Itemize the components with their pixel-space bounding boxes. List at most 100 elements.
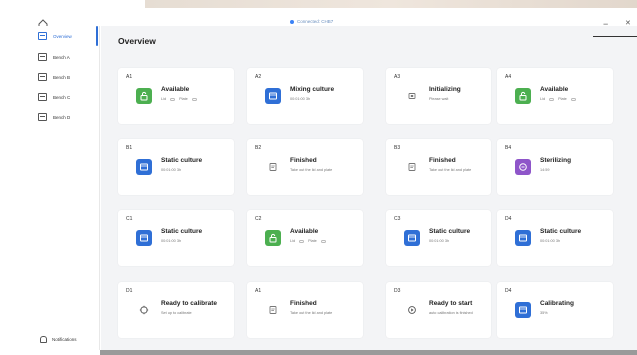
card-detail: 00:01:00 3h (540, 239, 560, 243)
card-status: Mixing culture (290, 86, 335, 93)
bench-card[interactable]: B1 Static culture 00:01:00 3h (118, 139, 234, 195)
card-slot-id: D3 (394, 288, 401, 294)
document-icon (265, 302, 281, 318)
sidebar-item-bench-a[interactable]: Bench A (38, 51, 70, 63)
overview-icon (38, 32, 47, 40)
sidebar-item-bench-c[interactable]: Bench C (38, 91, 70, 103)
header-divider (593, 36, 637, 37)
sterilize-icon (515, 159, 531, 175)
card-detail: 00:01:00 3h (161, 239, 181, 243)
lid-toggle[interactable] (170, 97, 176, 101)
bench-card[interactable]: C1 Static culture 00:01:00 3h (118, 210, 234, 266)
card-detail: 00:01:00 3h (161, 168, 181, 172)
sidebar-item-label: Bench A (53, 54, 70, 60)
bench-card[interactable]: B3 Finished Take out the lid and plate (386, 139, 491, 195)
card-slot-id: C2 (255, 216, 262, 222)
bench-card[interactable]: A1 Available Lid Plate (118, 68, 234, 124)
unlock-icon (515, 88, 531, 104)
card-slot-id: C3 (394, 216, 401, 222)
bench-card[interactable]: C3 Static culture 00:01:00 3h (386, 210, 491, 266)
card-detail: Set up to calibrate (161, 311, 192, 315)
card-slot-id: D1 (126, 288, 133, 294)
connection-dot-icon (290, 19, 294, 24)
card-detail-text: Take out the lid and plate (290, 311, 333, 315)
bench-card[interactable]: D1 Ready to calibrate Set up to calibrate (118, 282, 234, 338)
card-status: Static culture (161, 228, 203, 235)
card-detail: Lid Plate (290, 239, 326, 243)
connection-status: Connected: CHB7 (290, 19, 333, 24)
card-detail: Lid Plate (540, 97, 576, 101)
lid-toggle[interactable] (299, 239, 305, 243)
card-detail-text: 35% (540, 311, 548, 315)
active-indicator (96, 26, 98, 46)
document-icon (404, 159, 420, 175)
sidebar-item-label: Bench C (53, 94, 71, 100)
bench-card[interactable]: D4 Static culture 00:01:00 3h (497, 210, 613, 266)
bench-card[interactable]: B4 Sterilizing 14:59 (497, 139, 613, 195)
app-window-icon (265, 88, 281, 104)
card-status: Ready to calibrate (161, 300, 217, 307)
app-window-icon (404, 230, 420, 246)
app-window-icon (515, 302, 531, 318)
card-slot-id: A1 (255, 288, 262, 294)
card-status: Available (540, 86, 569, 93)
bench-icon (38, 73, 47, 81)
card-slot-id: A4 (505, 74, 512, 80)
plate-toggle[interactable] (320, 239, 326, 243)
card-detail-text: Please wait (429, 97, 449, 101)
bench-icon (38, 93, 47, 101)
card-detail: Please wait (429, 97, 448, 101)
card-detail: 00:01:00 3h (290, 97, 310, 101)
sidebar-item-overview[interactable]: Overview (38, 30, 72, 42)
card-detail-text: 00:01:00 3h (290, 97, 311, 101)
plate-toggle[interactable] (191, 97, 197, 101)
connection-label: Connected: CHB7 (297, 19, 334, 24)
card-detail-text: Plate (558, 97, 567, 101)
card-detail: 14:59 (540, 168, 550, 172)
card-detail: Take out the lid and plate (290, 168, 332, 172)
sidebar-item-bench-b[interactable]: Bench B (38, 71, 70, 83)
card-detail: Lid Plate (161, 97, 197, 101)
bench-card[interactable]: D4 Calibrating 35% (497, 282, 613, 338)
bench-card[interactable]: A1 Finished Take out the lid and plate (247, 282, 363, 338)
card-detail: auto calibration is finished (429, 311, 473, 315)
bench-card[interactable]: A3 Initializing Please wait (386, 68, 491, 124)
sidebar-item-label: Overview (53, 33, 72, 39)
card-detail-text: 00:01:00 3h (540, 239, 561, 243)
bench-card[interactable]: D3 Ready to start auto calibration is fini… (386, 282, 491, 338)
crosshair-icon (136, 302, 152, 318)
bench-card[interactable]: A4 Available Lid Plate (497, 68, 613, 124)
bench-card[interactable]: A2 Mixing culture 00:01:00 3h (247, 68, 363, 124)
unlock-icon (136, 88, 152, 104)
sidebar-item-bench-d[interactable]: Bench D (38, 111, 70, 123)
card-slot-id: A2 (255, 74, 262, 80)
main-content: Overview A1 Available Lid Plate A2 Mixing cul… (101, 26, 637, 350)
sidebar: Overview Bench A Bench B Bench C Bench D… (0, 26, 100, 350)
card-detail-text: Lid (161, 97, 167, 101)
card-status: Finished (429, 157, 456, 164)
bell-icon (40, 336, 47, 343)
plate-toggle[interactable] (570, 97, 576, 101)
card-slot-id: A1 (126, 74, 133, 80)
card-detail-text: 00:01:00 3h (429, 239, 450, 243)
card-detail-text: Take out the lid and plate (290, 168, 333, 172)
card-status: Ready to start (429, 300, 473, 307)
unlock-icon (265, 230, 281, 246)
bench-card[interactable]: B2 Finished Take out the lid and plate (247, 139, 363, 195)
bench-card[interactable]: C2 Available Lid Plate (247, 210, 363, 266)
card-status: Sterilizing (540, 157, 572, 164)
page-title: Overview (118, 36, 156, 46)
card-detail: 00:01:00 3h (429, 239, 449, 243)
card-detail: Take out the lid and plate (290, 311, 332, 315)
bench-icon (38, 53, 47, 61)
sidebar-item-label: Bench D (53, 114, 71, 120)
card-detail: Take out the lid and plate (429, 168, 471, 172)
app-window-icon (136, 230, 152, 246)
card-status: Initializing (429, 86, 461, 93)
lid-toggle[interactable] (549, 97, 555, 101)
card-status: Static culture (540, 228, 582, 235)
title-bar: Connected: CHB7 − ✕ (0, 8, 637, 29)
notifications-button[interactable]: Notifications (40, 336, 77, 343)
card-detail-text: auto calibration is finished (429, 311, 473, 315)
card-detail-text: 00:01:00 3h (161, 239, 182, 243)
